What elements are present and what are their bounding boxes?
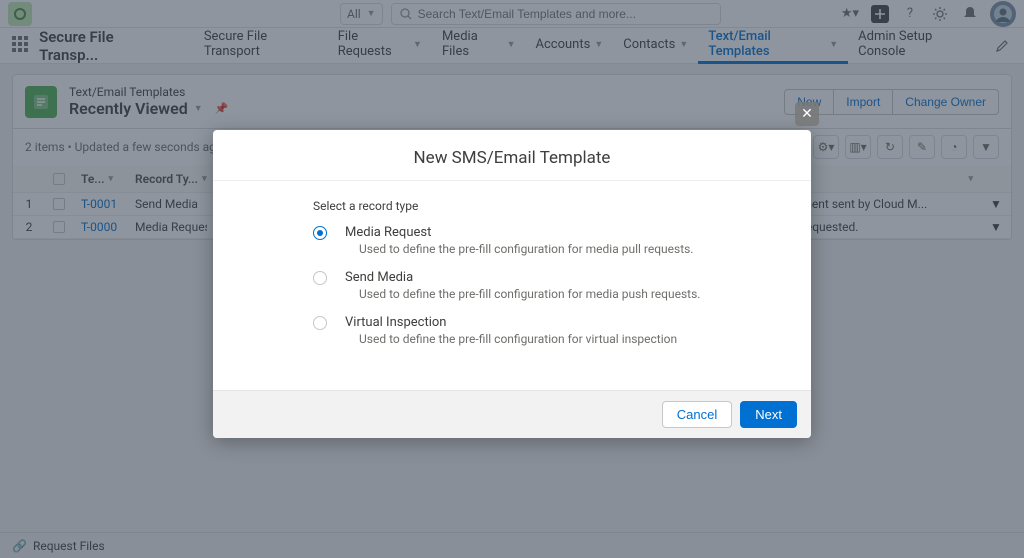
- modal-section-label: Select a record type: [313, 199, 771, 213]
- option-desc: Used to define the pre-fill configuratio…: [359, 242, 693, 256]
- radio-button[interactable]: [313, 226, 327, 240]
- close-icon[interactable]: ✕: [795, 102, 819, 126]
- option-title: Send Media: [345, 270, 700, 285]
- record-type-option[interactable]: Media Request Used to define the pre-fill…: [313, 225, 771, 256]
- modal-overlay: ✕ New SMS/Email Template Select a record…: [0, 0, 1024, 558]
- option-title: Media Request: [345, 225, 693, 240]
- cancel-button[interactable]: Cancel: [662, 401, 732, 428]
- option-desc: Used to define the pre-fill configuratio…: [359, 287, 700, 301]
- record-type-option[interactable]: Send Media Used to define the pre-fill co…: [313, 270, 771, 301]
- option-title: Virtual Inspection: [345, 315, 677, 330]
- radio-button[interactable]: [313, 271, 327, 285]
- record-type-option[interactable]: Virtual Inspection Used to define the pre…: [313, 315, 771, 346]
- next-button[interactable]: Next: [740, 401, 797, 428]
- option-desc: Used to define the pre-fill configuratio…: [359, 332, 677, 346]
- radio-button[interactable]: [313, 316, 327, 330]
- modal-title: New SMS/Email Template: [213, 130, 811, 181]
- new-template-modal: ✕ New SMS/Email Template Select a record…: [213, 130, 811, 438]
